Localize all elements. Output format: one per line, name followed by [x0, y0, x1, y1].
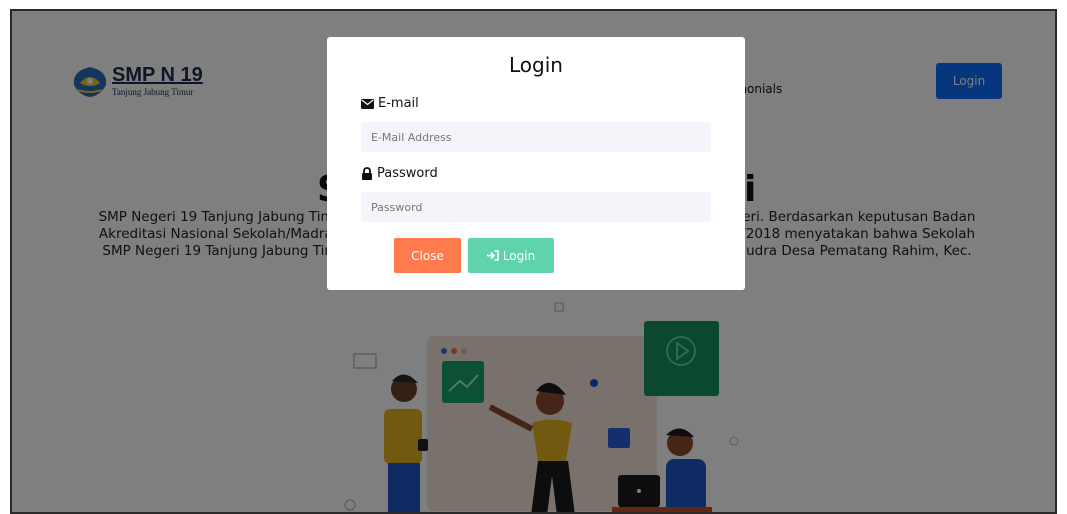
close-button[interactable]: Close [394, 238, 461, 273]
sign-in-icon [486, 250, 499, 261]
password-label: Password [361, 166, 438, 181]
email-label-text: E-mail [378, 96, 419, 111]
email-input[interactable] [361, 122, 711, 152]
login-button-label: Login [502, 248, 536, 263]
email-label: E-mail [361, 96, 419, 111]
login-button[interactable]: Login [468, 238, 554, 273]
login-modal: Login E-mail Password Close Login [327, 37, 745, 290]
lock-icon [362, 167, 372, 180]
password-label-text: Password [377, 166, 438, 181]
password-input[interactable] [361, 192, 711, 222]
envelope-icon [361, 98, 374, 109]
browser-viewport: SMP N 19 Tanjung Jabung Timur imonials L… [10, 9, 1057, 514]
modal-title: Login [509, 53, 563, 77]
